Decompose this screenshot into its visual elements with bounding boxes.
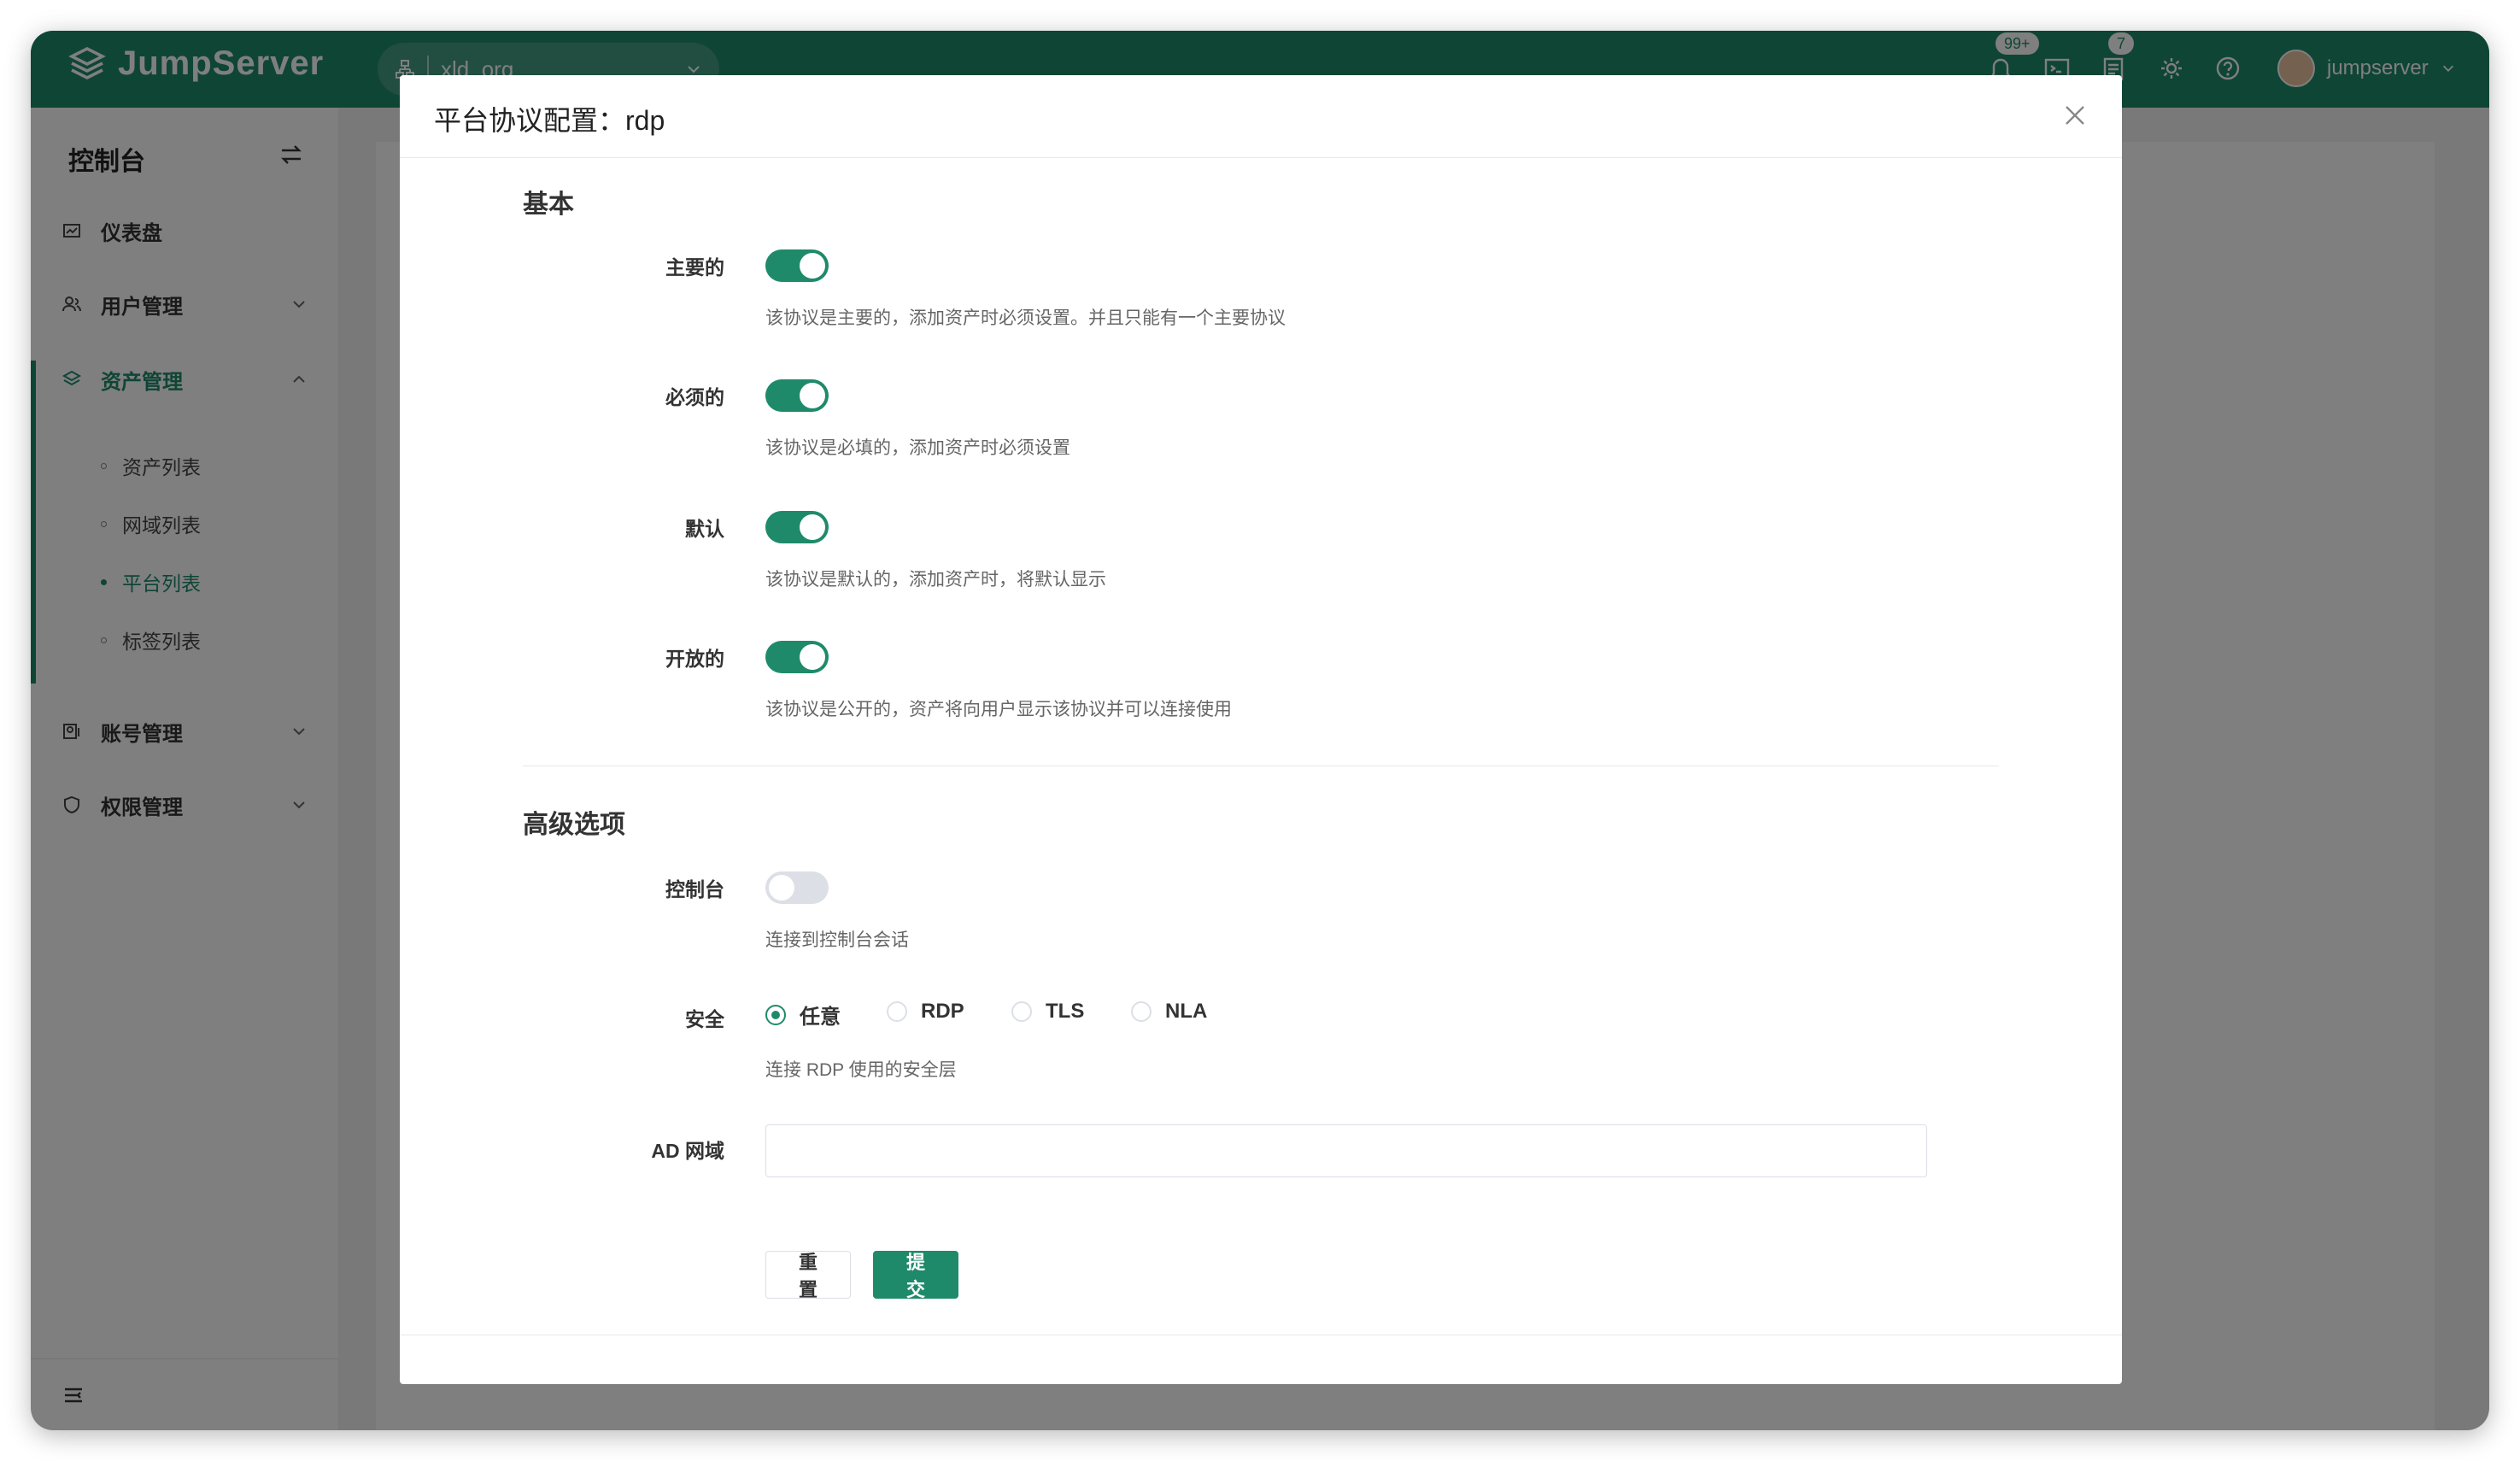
label-ad-domain: AD 网域: [651, 1140, 724, 1162]
security-radio-nla[interactable]: NLA: [1131, 1000, 1207, 1024]
help-public: 该协议是公开的，资产将向用户显示该协议并可以连接使用: [765, 700, 1232, 719]
label-console: 控制台: [665, 878, 724, 901]
label-public: 开放的: [665, 648, 724, 670]
radio-circle: [765, 1004, 786, 1025]
radio-circle: [887, 1001, 907, 1022]
toggle-knob: [800, 253, 825, 279]
security-radio-tls[interactable]: TLS: [1011, 1000, 1084, 1024]
toggle-knob: [769, 875, 794, 901]
public-toggle[interactable]: [765, 641, 829, 673]
label-default: 默认: [685, 518, 724, 540]
toggle-knob: [800, 383, 825, 408]
section-title-advanced: 高级选项: [523, 811, 625, 839]
label-primary: 主要的: [665, 256, 724, 279]
label-required: 必须的: [665, 386, 724, 408]
help-security: 连接 RDP 使用的安全层: [765, 1060, 957, 1080]
toggle-knob: [800, 644, 825, 670]
help-primary: 该协议是主要的，添加资产时必须设置。并且只能有一个主要协议: [765, 308, 1286, 328]
ad-domain-input[interactable]: [765, 1124, 1927, 1177]
default-toggle[interactable]: [765, 511, 829, 543]
radio-circle: [1131, 1001, 1152, 1022]
section-title-basic: 基本: [523, 191, 574, 219]
close-icon[interactable]: [2062, 103, 2088, 132]
security-radio-any[interactable]: 任意: [765, 1000, 841, 1030]
radio-circle: [1011, 1001, 1032, 1022]
radio-label: 任意: [800, 1006, 841, 1029]
required-toggle[interactable]: [765, 379, 829, 412]
help-required: 该协议是必填的，添加资产时必须设置: [765, 438, 1070, 458]
console-toggle[interactable]: [765, 871, 829, 904]
header-divider: [400, 157, 2122, 158]
radio-label: RDP: [921, 1000, 964, 1023]
radio-label: TLS: [1046, 1000, 1085, 1023]
security-radio-rdp[interactable]: RDP: [887, 1000, 964, 1024]
label-security: 安全: [685, 1008, 724, 1030]
protocol-config-dialog: 平台协议配置：rdp 基本 主要的 该协议是主要的，添加资产时必须设置。并且只能…: [400, 75, 2122, 1384]
dialog-title: 平台协议配置：rdp: [434, 105, 665, 136]
radio-label: NLA: [1165, 1000, 1208, 1023]
primary-toggle[interactable]: [765, 249, 829, 282]
help-default: 该协议是默认的，添加资产时，将默认显示: [765, 570, 1106, 590]
submit-button[interactable]: 提交: [873, 1251, 958, 1300]
reset-button[interactable]: 重置: [765, 1251, 851, 1300]
toggle-knob: [800, 514, 825, 540]
help-console: 连接到控制台会话: [765, 930, 909, 950]
app-window: JumpServer xld_org 99+ 7 jumpserver: [31, 31, 2489, 1430]
